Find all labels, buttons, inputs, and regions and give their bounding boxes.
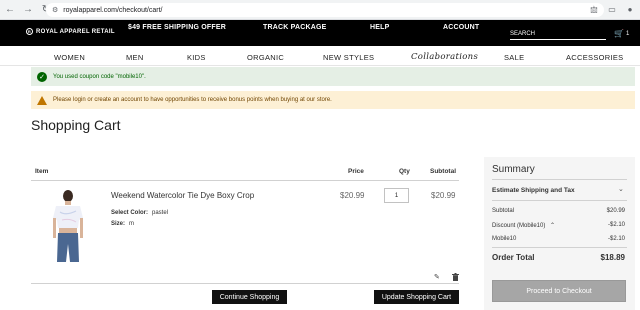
nav-item-men[interactable]: MEN [126,53,144,62]
column-header-price: Price [348,168,364,175]
search-label: SEARCH [510,31,536,37]
estimate-shipping-toggle[interactable]: Estimate Shipping and Tax [492,187,575,194]
login-warning-message: Please login or create an account to hav… [31,91,635,109]
trash-icon[interactable] [452,273,459,281]
summary-discount-value: -$2.10 [607,222,625,228]
update-cart-label: Update Shopping Cart [381,293,452,301]
main-navigation: WOMEN MEN KIDS ORGANIC NEW STYLES Collab… [0,46,640,66]
update-cart-button[interactable]: Update Shopping Cart [374,290,459,304]
free-shipping-link[interactable]: $49 FREE SHIPPING OFFER [128,24,226,31]
success-text: You used coupon code "mobile10". [53,73,146,80]
order-total-value: $18.89 [600,253,625,262]
summary-subtotal-label: Subtotal [492,208,515,214]
chevron-up-icon: ⌃ [550,223,556,229]
summary-divider [492,179,627,180]
checkout-label: Proceed to Checkout [526,287,592,295]
edit-icon[interactable]: ✎ [434,273,440,281]
extensions-icon[interactable]: ◫ [588,3,600,15]
nav-item-kids[interactable]: KIDS [187,53,206,62]
table-header-divider [31,180,459,181]
track-package-link[interactable]: TRACK PACKAGE [263,24,327,31]
address-bar[interactable]: ⚙ royalapparel.com/checkout/cart/ ☆ [46,3,604,17]
logo-text: ROYAL APPAREL RETAIL [36,28,115,35]
summary-coupon-value: -$2.10 [607,236,625,242]
logo-icon: R [26,28,33,35]
item-subtotal: $20.99 [431,191,456,200]
check-icon: ✓ [37,71,47,82]
color-option-label: Select Color: [111,210,149,216]
browser-toolbar: ← → ↻ ⚙ royalapparel.com/checkout/cart/ … [0,0,640,20]
back-icon[interactable]: ← [2,2,18,18]
nav-item-organic[interactable]: ORGANIC [247,53,284,62]
tab-icon[interactable]: ▭ [606,3,618,15]
cart-count-badge: 1 [625,30,630,37]
continue-shopping-label: Continue Shopping [219,293,280,301]
chevron-down-icon[interactable]: ⌄ [618,185,624,193]
nav-item-new-styles[interactable]: NEW STYLES [323,53,374,62]
help-link[interactable]: HELP [370,24,389,31]
nav-item-sale[interactable]: SALE [504,53,524,62]
summary-coupon-label: Mobile10 [492,236,517,242]
column-header-item: Item [35,168,49,175]
forward-icon[interactable]: → [20,2,36,18]
cart-button[interactable]: 🛒 1 [614,29,629,38]
table-footer-divider [31,283,459,284]
cart-icon: 🛒 [614,29,624,38]
site-logo[interactable]: R ROYAL APPAREL RETAIL [26,28,115,35]
discount-label-text: Discount (Mobile10) [492,223,546,229]
summary-title: Summary [492,164,535,175]
product-name-link[interactable]: Weekend Watercolor Tie Dye Boxy Crop [111,191,254,200]
summary-discount-label[interactable]: Discount (Mobile10) ⌃ [492,222,555,229]
nav-item-collaborations[interactable]: Collaborations [411,52,478,62]
proceed-to-checkout-button[interactable]: Proceed to Checkout [492,280,626,302]
warning-icon [37,95,47,105]
profile-icon[interactable]: ● [624,3,636,15]
continue-shopping-button[interactable]: Continue Shopping [212,290,287,304]
quantity-input[interactable]: 1 [384,188,409,203]
nav-item-accessories[interactable]: ACCESSORIES [566,53,623,62]
site-topbar: R ROYAL APPAREL RETAIL $49 FREE SHIPPING… [0,20,640,46]
column-header-qty: Qty [399,168,410,175]
size-option-value: m [129,221,134,227]
nav-item-women[interactable]: WOMEN [54,53,85,62]
size-option-label: Size: [111,221,126,227]
account-link[interactable]: ACCOUNT [443,24,479,31]
quantity-value: 1 [394,192,399,199]
item-price: $20.99 [340,191,365,200]
order-total-label: Order Total [492,253,535,262]
warning-text: Please login or create an account to hav… [53,97,332,103]
page-title: Shopping Cart [31,117,121,133]
search-input[interactable]: SEARCH [510,29,606,40]
product-image[interactable] [46,188,90,264]
summary-subtotal-value: $20.99 [606,208,625,214]
color-option-value: pastel [152,210,169,216]
summary-divider [492,247,627,248]
url-text: royalapparel.com/checkout/cart/ [63,6,163,14]
summary-divider [492,200,627,201]
column-header-subtotal: Subtotal [430,168,456,175]
site-info-icon[interactable]: ⚙ [52,6,58,14]
coupon-success-message: ✓ You used coupon code "mobile10". [31,67,635,86]
